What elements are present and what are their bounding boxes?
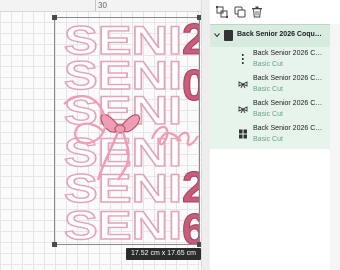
layer-item[interactable]: Back Senior 2026 C… Basic Cut bbox=[210, 47, 330, 72]
group-icon[interactable] bbox=[216, 6, 228, 18]
chevron-down-icon[interactable] bbox=[214, 32, 220, 38]
selection-box[interactable] bbox=[52, 15, 201, 247]
layer-group-row[interactable]: Back Senior 2026 Coqu… bbox=[210, 24, 330, 48]
layers-empty-area bbox=[210, 149, 330, 270]
layer-name: Back Senior 2026 C… bbox=[253, 125, 323, 132]
layers-scrollbar[interactable] bbox=[330, 24, 340, 270]
layer-name: Back Senior 2026 C… bbox=[253, 50, 323, 57]
bow-icon bbox=[238, 81, 248, 89]
layer-operation[interactable]: Basic Cut bbox=[253, 86, 283, 93]
layer-item[interactable]: Back Senior 2026 C… Basic Cut bbox=[210, 72, 330, 97]
design-canvas[interactable]: 30 SENI SENI SENI SENI SENI SENI 2 0 2 6 bbox=[0, 0, 201, 270]
layer-list: Back Senior 2026 C… Basic Cut Back Senio… bbox=[210, 47, 330, 149]
layer-item[interactable]: Back Senior 2026 C… Basic Cut bbox=[210, 97, 330, 122]
image-icon bbox=[224, 30, 233, 41]
dots-icon bbox=[242, 54, 244, 64]
layer-operation[interactable]: Basic Cut bbox=[253, 136, 283, 143]
layers-panel: Back Senior 2026 Coqu… Back Senior 2026 … bbox=[210, 0, 340, 270]
layer-name: Back Senior 2026 C… bbox=[253, 100, 323, 107]
layer-group-title: Back Senior 2026 Coqu… bbox=[237, 31, 322, 38]
resize-handle-bottom-left[interactable] bbox=[52, 242, 57, 247]
delete-icon[interactable] bbox=[251, 6, 263, 18]
duplicate-icon[interactable] bbox=[234, 6, 246, 18]
resize-handle-top-left[interactable] bbox=[52, 15, 57, 20]
layer-item[interactable]: Back Senior 2026 C… Basic Cut bbox=[210, 122, 330, 147]
layer-operation[interactable]: Basic Cut bbox=[253, 111, 283, 118]
layer-name: Back Senior 2026 C… bbox=[253, 75, 323, 82]
size-badge: 17.52 cm x 17.65 cm bbox=[126, 248, 201, 260]
layers-toolbar bbox=[210, 0, 340, 24]
bow-icon bbox=[238, 106, 248, 114]
text-block-icon bbox=[239, 129, 247, 139]
layer-operation[interactable]: Basic Cut bbox=[253, 61, 283, 68]
